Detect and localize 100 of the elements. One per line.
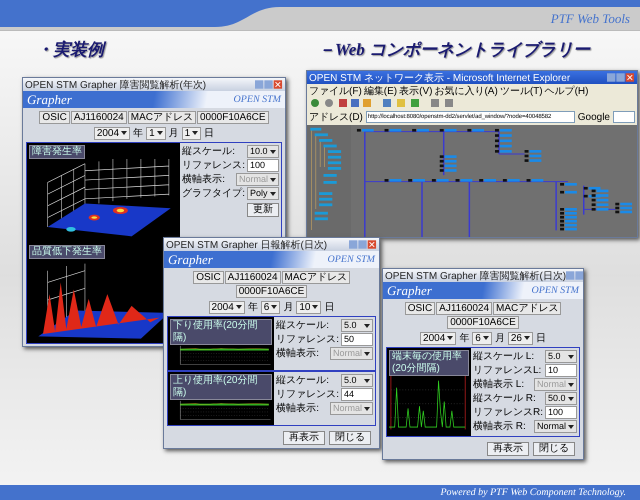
field-label: リファレンスL: — [473, 364, 542, 376]
year-select[interactable]: 2004 — [94, 126, 130, 140]
slide-subtitle: －Web コンポーネントライブラリー — [318, 39, 590, 61]
unit-label: 月 — [168, 127, 179, 140]
window-title: OPEN STM Grapher 障害閲覧解析(年次) — [25, 78, 206, 92]
window-controls-icon[interactable] — [255, 80, 283, 89]
search-label: Google — [578, 112, 610, 122]
field-label: 横軸表示: — [182, 174, 225, 186]
dialog-button[interactable]: 閉じる — [533, 442, 575, 456]
year-select[interactable]: 2004 — [208, 300, 245, 314]
field-label: 横軸表示 R: — [473, 420, 526, 432]
day-select[interactable]: 26 — [508, 332, 533, 344]
info-tag: AJ1160024 — [224, 271, 281, 284]
chart-title: 障害発生率 — [29, 145, 85, 159]
input-field[interactable]: 100 — [545, 406, 577, 419]
info-tag: AJ1160024 — [70, 111, 127, 124]
month-select[interactable]: 6 — [260, 300, 280, 314]
field-label: リファレンスR: — [473, 406, 543, 418]
hot-spot — [112, 207, 128, 214]
caret-icon — [568, 396, 574, 400]
month-select[interactable]: 1 — [146, 126, 166, 140]
select-field[interactable]: 50.0 — [545, 392, 577, 405]
day-select[interactable]: 10 — [296, 300, 322, 314]
caret-icon — [156, 131, 163, 135]
app-logo: Grapher — [387, 282, 432, 298]
caret-icon — [236, 305, 242, 309]
info-tag: 0000F10A6CE — [196, 111, 269, 124]
year-select[interactable]: 2004 — [420, 332, 456, 344]
field-label: 縦スケール: — [182, 146, 235, 158]
window-controls-icon[interactable] — [607, 73, 635, 82]
caret-icon — [192, 131, 198, 135]
window-title: OPEN STM Grapher 日報解析(日次) — [166, 238, 328, 252]
app-logo: Grapher — [168, 252, 213, 268]
caret-icon — [364, 378, 370, 382]
field-label: 横軸表示: — [276, 348, 319, 360]
info-tag: MACアドレス — [128, 111, 196, 124]
select-field[interactable]: 5.0 — [545, 350, 577, 363]
caret-icon — [364, 406, 370, 410]
caret-icon — [312, 305, 318, 309]
menu-item[interactable]: 表示(V) — [399, 84, 432, 98]
search-field[interactable] — [613, 111, 635, 123]
info-tag: MACアドレス — [493, 302, 562, 315]
window-title: OPEN STM ネットワーク表示 - Microsoft Internet Explorer — [309, 72, 570, 84]
input-field[interactable]: 50 — [341, 333, 373, 346]
info-tag: 0000F10A6CE — [447, 316, 519, 329]
field-label: リファレンス: — [276, 334, 339, 346]
footer-text: Powered by PTF Web Component Technology. — [440, 487, 626, 498]
field-label: グラフタイプ: — [182, 188, 245, 200]
dialog-button[interactable]: 再表示 — [283, 431, 325, 445]
product-name: OPEN STM — [234, 94, 281, 105]
field-label: リファレンス: — [182, 160, 245, 172]
caret-icon — [364, 352, 370, 356]
info-tag: MACアドレス — [282, 271, 350, 284]
window-title: OPEN STM Grapher 障害閲覧解析(日次) — [385, 270, 566, 282]
caret-icon — [270, 192, 276, 196]
field-label: 縦スケール R: — [473, 392, 536, 404]
menu-item[interactable]: お気に入り(A) — [434, 84, 498, 98]
info-tag: OSIC — [193, 271, 224, 284]
unit-label: 年 — [133, 127, 144, 140]
unit-label: 日 — [204, 127, 214, 140]
cool-spot — [66, 226, 76, 232]
menu-item[interactable]: ファイル(F) — [309, 84, 362, 98]
update-button[interactable]: 更新 — [247, 203, 279, 217]
unit-label: 日 — [324, 301, 334, 314]
chart-title: 上り使用率(20分間隔) — [170, 374, 272, 400]
caret-icon — [270, 150, 276, 154]
unit-label: 日 — [536, 332, 546, 345]
menu-item[interactable]: ツール(T) — [500, 84, 543, 98]
select-field[interactable]: Normal — [534, 420, 577, 433]
slide-title: ・実装例 — [36, 38, 104, 61]
info-tag: OSIC — [39, 111, 70, 124]
menu-item[interactable]: 編集(E) — [364, 84, 398, 98]
input-field[interactable]: 100 — [247, 159, 279, 172]
select-field[interactable]: 10.0 — [247, 145, 279, 158]
select-field[interactable]: Poly — [247, 187, 279, 200]
unit-label: 月 — [283, 301, 294, 314]
select-field[interactable]: 5.0 — [341, 374, 373, 387]
input-field[interactable]: 10 — [545, 364, 577, 377]
chart-title: 下り使用率(20分間隔) — [170, 319, 272, 345]
select-field[interactable]: 5.0 — [341, 319, 373, 332]
window-controls-icon[interactable] — [349, 240, 377, 249]
month-select[interactable]: 6 — [472, 332, 492, 344]
field-label: 横軸表示: — [276, 402, 319, 414]
input-field[interactable]: 44 — [341, 388, 373, 401]
day-select[interactable]: 1 — [182, 126, 202, 140]
caret-icon — [568, 382, 574, 386]
field-label: 縦スケール: — [276, 374, 329, 386]
caret-icon — [524, 336, 530, 340]
caret-icon — [568, 354, 574, 358]
dialog-button[interactable]: 閉じる — [329, 431, 371, 445]
menu-item[interactable]: ヘルプ(H) — [544, 84, 588, 98]
unit-label: 月 — [494, 332, 505, 345]
unit-label: 年 — [248, 301, 258, 314]
caret-icon — [364, 324, 370, 328]
hot-spot — [88, 214, 100, 220]
field-label: 縦スケール: — [276, 320, 329, 332]
address-label: アドレス(D) — [309, 111, 363, 124]
dialog-button[interactable]: 再表示 — [487, 442, 529, 456]
caret-icon — [271, 305, 278, 309]
app-logo: Grapher — [27, 92, 72, 108]
